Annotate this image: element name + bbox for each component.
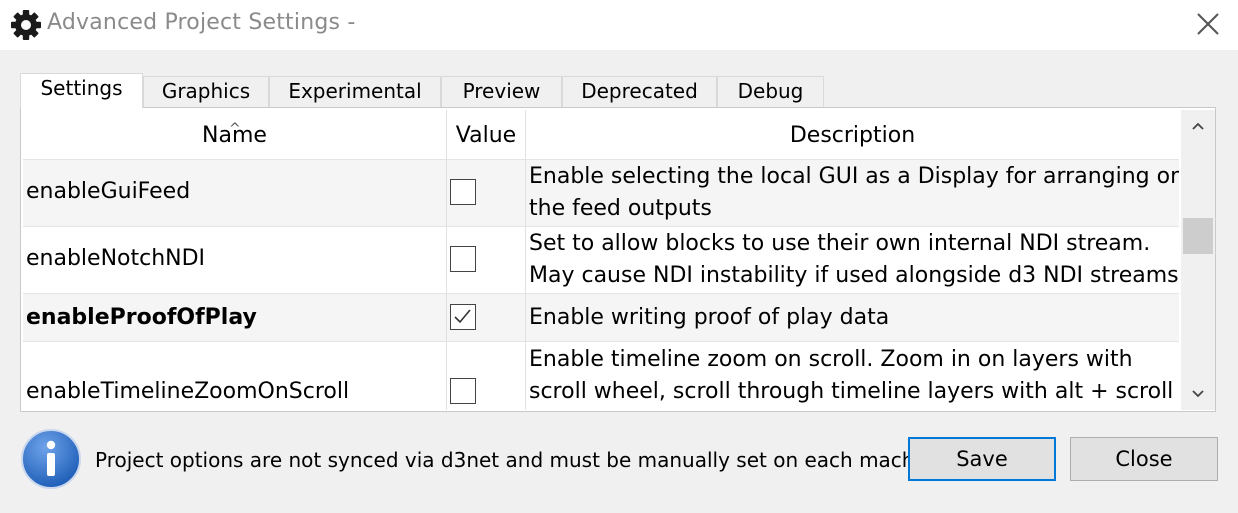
- tab-preview[interactable]: Preview: [441, 76, 562, 107]
- chevron-down-icon[interactable]: [1181, 380, 1215, 410]
- info-icon: [21, 429, 81, 489]
- column-divider: [525, 110, 526, 410]
- sort-ascending-icon: ^: [229, 121, 241, 137]
- tab-debug[interactable]: Debug: [717, 76, 824, 107]
- tab-settings[interactable]: Settings: [20, 73, 143, 108]
- setting-description: Enable selecting the local GUI as a Disp…: [529, 161, 1179, 225]
- sync-warning-message: Project options are not synced via d3net…: [95, 448, 952, 472]
- description-line: Enable selecting the local GUI as a Disp…: [529, 164, 1179, 189]
- save-button[interactable]: Save: [908, 437, 1056, 481]
- column-header-description[interactable]: Description: [526, 110, 1179, 160]
- tab-deprecated[interactable]: Deprecated: [562, 76, 717, 107]
- description-line: the feed outputs: [529, 196, 712, 221]
- chevron-up-icon[interactable]: [1181, 110, 1215, 140]
- description-line: Set to allow blocks to use their own int…: [529, 231, 1151, 256]
- column-header-value[interactable]: Value: [447, 110, 525, 160]
- setting-description: Enable writing proof of play data: [529, 302, 889, 334]
- setting-name: enableTimelineZoomOnScroll: [26, 379, 350, 404]
- tab-experimental[interactable]: Experimental: [269, 76, 441, 107]
- close-button[interactable]: Close: [1070, 437, 1218, 481]
- value-checkbox[interactable]: [450, 179, 476, 205]
- value-checkbox[interactable]: [450, 378, 476, 404]
- gear-icon: [11, 10, 41, 40]
- tab-graphics[interactable]: Graphics: [143, 76, 269, 107]
- description-line: Enable timeline zoom on scroll. Zoom in …: [529, 347, 1133, 372]
- column-header-name[interactable]: ^ Name: [23, 110, 446, 160]
- scrollbar-thumb[interactable]: [1183, 218, 1213, 254]
- title-bar: Advanced Project Settings -: [0, 0, 1238, 50]
- settings-table: ^ Name Value Description enableGuiFeed E…: [23, 110, 1179, 410]
- window-title: Advanced Project Settings -: [47, 10, 356, 35]
- table-row[interactable]: enableProofOfPlay Enable writing proof o…: [23, 293, 1179, 341]
- description-line: Enable writing proof of play data: [529, 305, 890, 330]
- setting-name: enableProofOfPlay: [26, 305, 257, 330]
- settings-panel: ^ Name Value Description enableGuiFeed E…: [20, 107, 1216, 412]
- description-line: scroll wheel, scroll through timeline la…: [529, 379, 1174, 404]
- setting-name: enableGuiFeed: [26, 179, 191, 204]
- value-checkbox-checked[interactable]: [450, 304, 476, 330]
- vertical-scrollbar[interactable]: [1181, 110, 1215, 410]
- setting-description: Enable timeline zoom on scroll. Zoom in …: [529, 344, 1173, 408]
- close-icon[interactable]: [1192, 8, 1224, 40]
- setting-name: enableNotchNDI: [26, 246, 206, 271]
- column-divider: [446, 110, 447, 410]
- checkmark-icon: [454, 309, 471, 324]
- value-checkbox[interactable]: [450, 246, 476, 272]
- table-row[interactable]: enableTimelineZoomOnScroll Enable timeli…: [23, 341, 1179, 410]
- description-line: May cause NDI instability if used alongs…: [529, 263, 1179, 288]
- table-row[interactable]: enableNotchNDI Set to allow blocks to us…: [23, 226, 1179, 293]
- setting-description: Set to allow blocks to use their own int…: [529, 228, 1179, 292]
- table-row[interactable]: enableGuiFeed Enable selecting the local…: [23, 159, 1179, 226]
